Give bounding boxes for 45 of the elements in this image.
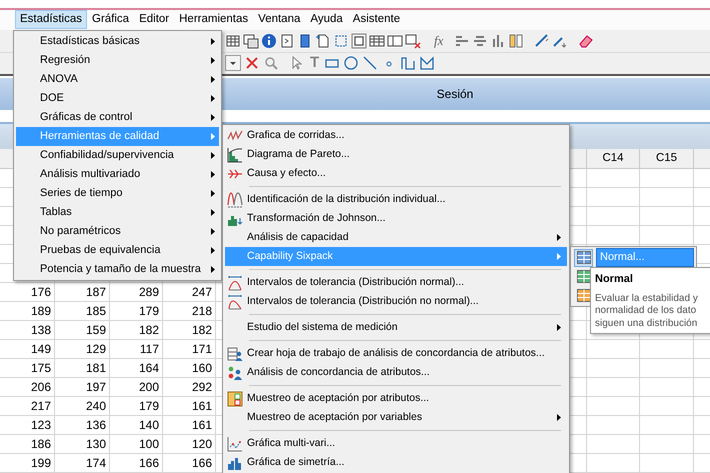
table-cell-text: 182 bbox=[138, 322, 159, 339]
table-cell-text: 174 bbox=[86, 454, 106, 472]
table-cell-text: 100 bbox=[138, 436, 159, 453]
table-cell-text: 179 bbox=[138, 302, 159, 320]
tooltip-text: normalidad de los dato bbox=[595, 305, 698, 318]
table-cell-text: 120 bbox=[192, 436, 212, 453]
table-cell-text: 129 bbox=[86, 340, 106, 358]
table-cell-text: 185 bbox=[86, 302, 106, 320]
table-cell-text: 206 bbox=[30, 378, 51, 396]
table-cell-text: 166 bbox=[192, 454, 212, 472]
tooltip-text: siguen una distribución bbox=[595, 318, 698, 330]
table-cell-text: 171 bbox=[192, 340, 212, 358]
table-cell-text: 218 bbox=[192, 302, 212, 320]
table-cell-text: 161 bbox=[192, 398, 212, 415]
table-cell-text: 161 bbox=[192, 416, 212, 434]
table-cell-text: 159 bbox=[86, 322, 106, 339]
table-cell-text: 179 bbox=[138, 398, 159, 415]
table-cell-text: 123 bbox=[30, 416, 51, 434]
table-cell-text: 200 bbox=[138, 378, 159, 396]
tooltip-title: Normal bbox=[595, 272, 634, 287]
table-cell-text: 289 bbox=[138, 284, 159, 301]
table-cell-text: 140 bbox=[138, 416, 159, 434]
table-cell-text: 149 bbox=[30, 340, 51, 358]
table-cell-text: 240 bbox=[86, 398, 106, 415]
table-cell-text: 186 bbox=[30, 436, 51, 453]
table-cell-text: 138 bbox=[30, 322, 51, 339]
table-cell-text: 182 bbox=[192, 322, 212, 339]
table-cell-text: 189 bbox=[30, 302, 51, 320]
table-cell-text: 117 bbox=[140, 340, 159, 358]
table-cell-text: 164 bbox=[138, 360, 159, 377]
table-cell-text: 197 bbox=[86, 378, 106, 396]
session-title: Sesión bbox=[436, 86, 474, 103]
table-cell-text: 130 bbox=[86, 436, 106, 453]
table-cell-text: 181 bbox=[86, 360, 106, 377]
table-cell-text: 199 bbox=[30, 454, 51, 472]
table-cell-text: 166 bbox=[138, 454, 159, 472]
table-cell-text: 176 bbox=[30, 284, 51, 301]
table-cell-text: 187 bbox=[86, 284, 106, 301]
table-cell-text: 175 bbox=[30, 360, 51, 377]
tooltip-text: Evaluar la estabilidad y bbox=[595, 292, 699, 305]
table-cell-text: 247 bbox=[192, 284, 212, 301]
table-cell-text: 217 bbox=[30, 398, 51, 415]
table-cell-text: 160 bbox=[192, 360, 212, 377]
table-cell-text: 136 bbox=[86, 416, 106, 434]
table-cell-text: 292 bbox=[192, 378, 212, 396]
